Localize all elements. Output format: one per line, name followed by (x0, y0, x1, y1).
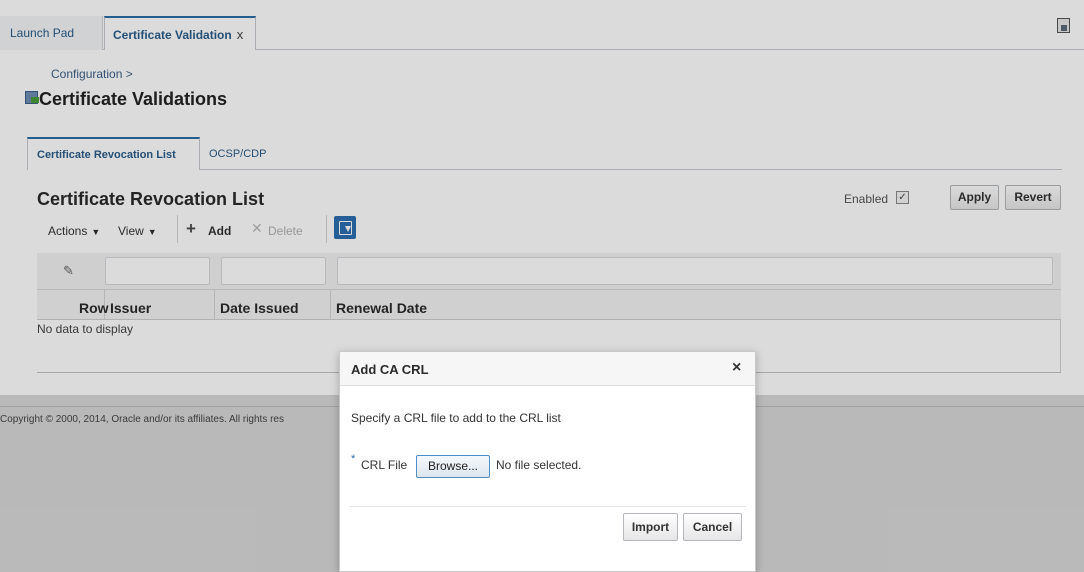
dialog-title: Add CA CRL (351, 362, 429, 377)
close-icon[interactable]: × (732, 359, 741, 377)
file-status-text: No file selected. (496, 458, 582, 472)
dialog-divider (349, 506, 746, 507)
browse-button[interactable]: Browse... (416, 455, 490, 478)
cancel-button[interactable]: Cancel (683, 513, 742, 541)
import-button[interactable]: Import (623, 513, 678, 541)
crl-file-label: CRL File (361, 458, 408, 472)
required-indicator: * (351, 453, 356, 465)
dialog-instructions: Specify a CRL file to add to the CRL lis… (351, 411, 561, 425)
